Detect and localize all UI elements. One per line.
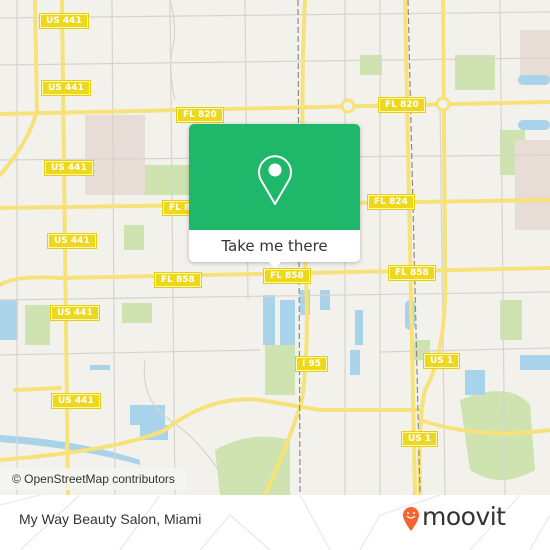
popup-pointer (267, 260, 283, 268)
road-shield: US 1 (400, 431, 439, 447)
road-shield: US 441 (41, 80, 91, 96)
road-shield: US 441 (50, 305, 100, 321)
road-shield: FL 858 (388, 265, 436, 281)
map-pin-icon (258, 155, 292, 205)
road-shield: FL 824 (367, 194, 415, 210)
road-shield: I 95 (294, 356, 329, 372)
road-shield: US 1 (422, 353, 461, 369)
map-attribution[interactable]: © OpenStreetMap contributors (0, 468, 187, 490)
road-shield: FL 858 (263, 268, 311, 284)
take-me-there-button[interactable]: Take me there (189, 230, 360, 262)
place-name: My Way Beauty Salon, Miami (19, 511, 202, 527)
road-shield: US 441 (47, 233, 97, 249)
road-shield: FL 820 (176, 107, 224, 123)
road-shield: FL 858 (154, 272, 202, 288)
road-shield: US 441 (44, 160, 94, 176)
map[interactable]: US 441 US 441 US 441 US 441 US 441 US 44… (0, 0, 550, 495)
road-shield: US 441 (39, 13, 89, 29)
road-shield: FL 820 (378, 97, 426, 113)
location-popup: Take me there (189, 124, 360, 268)
moovit-wordmark: moovit (422, 502, 506, 531)
road-shield: US 441 (51, 393, 101, 409)
footer: My Way Beauty Salon, Miami moovit (0, 495, 550, 550)
popup-header (189, 124, 360, 230)
moovit-pin-icon (403, 507, 419, 531)
